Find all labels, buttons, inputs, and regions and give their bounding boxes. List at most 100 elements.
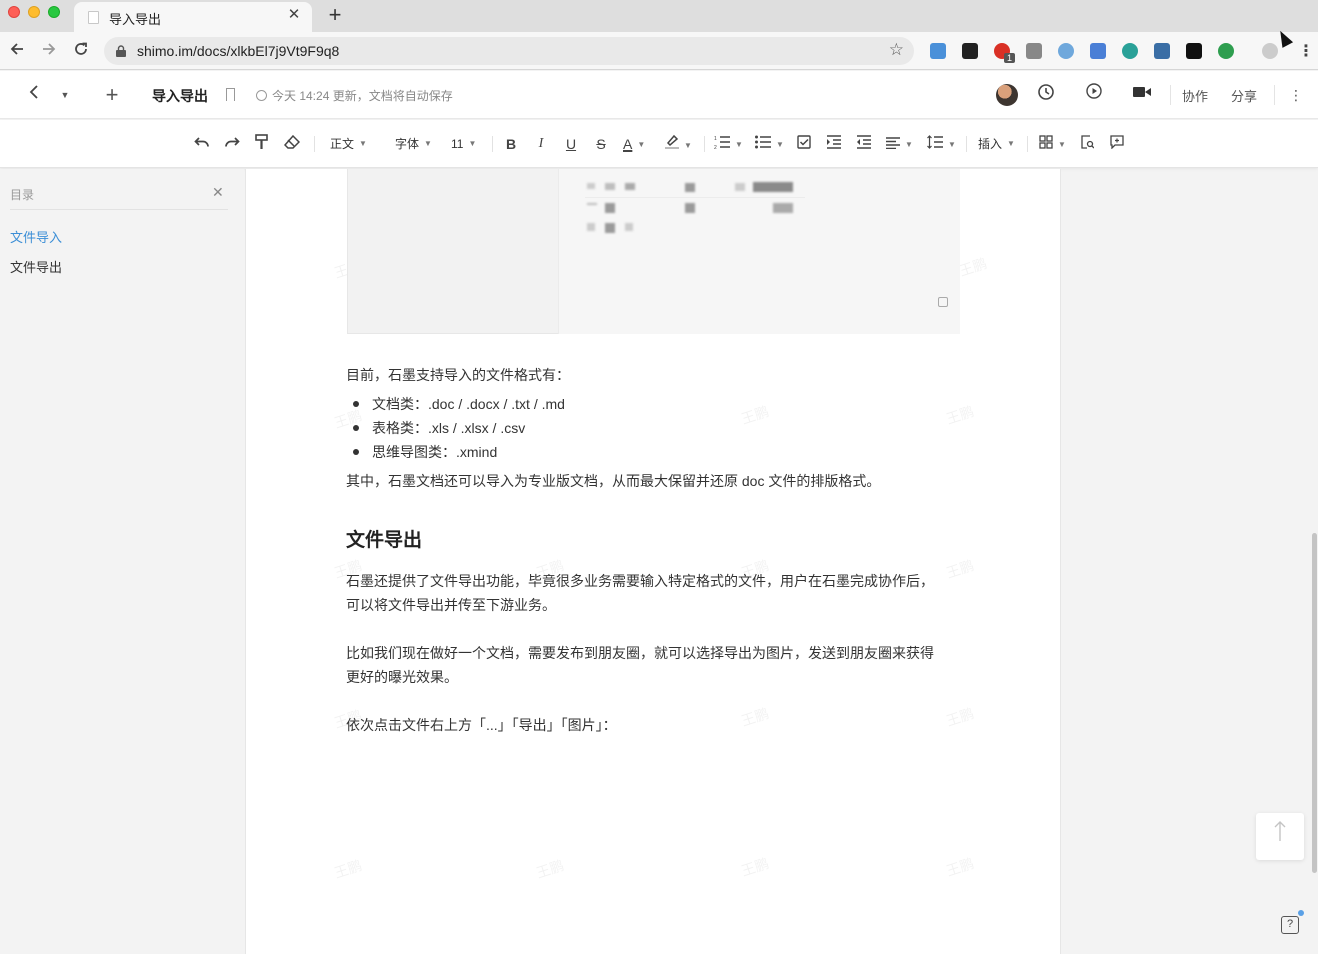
- forward-button[interactable]: [38, 40, 60, 62]
- image-options-icon[interactable]: [938, 297, 948, 307]
- extension-9-icon[interactable]: [1186, 43, 1202, 59]
- video-meeting-button[interactable]: [1130, 83, 1154, 107]
- divider: [10, 209, 228, 210]
- divider: [1027, 136, 1028, 152]
- window-close-button[interactable]: [8, 6, 20, 18]
- font-size-label: 11: [451, 137, 464, 151]
- address-bar[interactable]: shimo.im/docs/xlkbEl7j9Vt9F9q8 ☆: [104, 37, 914, 65]
- extension-2-icon[interactable]: [962, 43, 978, 59]
- translate-extension-icon[interactable]: [1090, 43, 1106, 59]
- table-button[interactable]: ▼: [1039, 134, 1069, 154]
- line-spacing-button[interactable]: ▼: [927, 134, 957, 154]
- evernote-extension-icon[interactable]: [1218, 43, 1234, 59]
- redo-button[interactable]: [222, 134, 242, 154]
- browser-tab[interactable]: 导入导出 ✕: [74, 2, 312, 32]
- arrow-up-icon: [1274, 821, 1286, 841]
- paragraph-line: 可以将文件导出并传至下游业务。: [346, 597, 556, 613]
- bookmark-star-icon[interactable]: ☆: [889, 40, 904, 60]
- paragraph-style-dropdown[interactable]: 正文 ▼: [330, 134, 378, 154]
- highlight-color-button[interactable]: ▼: [665, 134, 695, 154]
- find-replace-button[interactable]: [1079, 134, 1095, 154]
- outdent-icon: [857, 135, 871, 149]
- comment-button[interactable]: [1109, 134, 1125, 154]
- blurred-block: [605, 183, 615, 190]
- history-dropdown-button[interactable]: ▼: [58, 83, 72, 107]
- download-extension-icon[interactable]: [1026, 43, 1042, 59]
- watermark: 王鹏: [944, 855, 976, 879]
- arrow-left-icon: [10, 43, 23, 55]
- font-family-dropdown[interactable]: 字体 ▼: [395, 134, 443, 154]
- clear-format-button[interactable]: [282, 134, 302, 154]
- watermark: 王鹏: [332, 857, 364, 881]
- new-doc-button[interactable]: +: [100, 83, 124, 107]
- toc-item-file-import[interactable]: 文件导入: [10, 227, 62, 246]
- italic-button[interactable]: I: [533, 134, 549, 154]
- browser-toolbar: shimo.im/docs/xlkbEl7j9Vt9F9q8 ☆ 1 ⋮: [0, 32, 1318, 70]
- back-button[interactable]: [6, 40, 28, 62]
- url-text: shimo.im/docs/xlkbEl7j9Vt9F9q8: [137, 43, 340, 59]
- insert-dropdown[interactable]: 插入 ▼: [978, 134, 1018, 154]
- intro-paragraph: 目前，石墨支持导入的文件格式有：: [346, 367, 570, 383]
- indent-button[interactable]: [826, 134, 842, 154]
- reload-button[interactable]: [70, 40, 92, 62]
- highlighter-icon: [665, 134, 679, 149]
- divider: [314, 136, 315, 152]
- caret-down-icon: ▼: [948, 140, 956, 149]
- present-button[interactable]: [1082, 83, 1106, 107]
- history-button[interactable]: [1034, 83, 1058, 107]
- profile-icon[interactable]: [1262, 43, 1278, 59]
- extension-1-icon[interactable]: [930, 43, 946, 59]
- caret-down-icon: ▼: [1007, 139, 1015, 148]
- back-nav-button[interactable]: [24, 83, 44, 107]
- font-size-dropdown[interactable]: 11 ▼: [451, 134, 483, 154]
- window-minimize-button[interactable]: [28, 6, 40, 18]
- format-painter-button[interactable]: [252, 134, 272, 154]
- window-zoom-button[interactable]: [48, 6, 60, 18]
- ordered-list-button[interactable]: 1 2 ▼: [714, 134, 748, 154]
- blurred-block: [773, 203, 793, 213]
- toc-item-file-export[interactable]: 文件导出: [10, 257, 62, 276]
- svg-text:2: 2: [714, 145, 717, 149]
- align-button[interactable]: ▼: [886, 134, 916, 154]
- underline-button[interactable]: U: [563, 134, 579, 154]
- eraser-icon: [283, 134, 301, 149]
- caret-down-icon: ▼: [424, 139, 432, 148]
- watermark: 王鹏: [332, 407, 364, 431]
- save-status: 今天 14:24 更新，文档将自动保存: [256, 87, 453, 104]
- help-button[interactable]: ?: [1281, 916, 1299, 934]
- divider: [966, 136, 967, 152]
- table-grid-icon: [1039, 135, 1053, 149]
- font-family-label: 字体: [395, 137, 420, 151]
- undo-button[interactable]: [192, 134, 212, 154]
- bookmark-icon[interactable]: [226, 88, 235, 101]
- browser-menu-icon[interactable]: ⋮: [1298, 41, 1314, 61]
- document-page: 王鹏 王鹏 王鹏 王鹏 王鹏 王鹏 王鹏 王鹏 王鹏 王鹏 王鹏 王鹏 王鹏 王…: [245, 169, 1061, 954]
- blurred-block: [605, 223, 615, 233]
- align-left-icon: [886, 137, 900, 150]
- new-tab-button[interactable]: +: [325, 3, 345, 27]
- bold-button[interactable]: B: [503, 134, 519, 154]
- tab-close-icon[interactable]: ✕: [286, 7, 302, 23]
- extension-7-icon[interactable]: [1122, 43, 1138, 59]
- ordered-list-icon: 12: [714, 136, 730, 151]
- checklist-button[interactable]: [796, 134, 812, 154]
- undo-icon: [194, 137, 209, 147]
- avatar[interactable]: [996, 84, 1018, 106]
- embedded-image[interactable]: [347, 169, 960, 334]
- scrollbar-thumb[interactable]: [1312, 533, 1317, 873]
- more-options-icon[interactable]: ⋮: [1286, 83, 1306, 107]
- bullet-dot: [353, 401, 359, 407]
- strikethrough-button[interactable]: S: [593, 134, 609, 154]
- blurred-block: [625, 223, 633, 231]
- extension-8-icon[interactable]: [1154, 43, 1170, 59]
- close-icon[interactable]: ✕: [212, 184, 224, 201]
- outdent-button[interactable]: [856, 134, 872, 154]
- caret-down-icon: ▼: [735, 140, 743, 149]
- extension-5-icon[interactable]: [1058, 43, 1074, 59]
- share-button[interactable]: 分享: [1231, 86, 1257, 105]
- text-color-button[interactable]: A ▼: [623, 134, 653, 154]
- bullet-list-button[interactable]: ▼: [755, 134, 789, 154]
- document-title[interactable]: 导入导出: [152, 86, 208, 106]
- back-to-top-button[interactable]: [1256, 813, 1304, 860]
- collaborate-button[interactable]: 协作: [1182, 86, 1208, 105]
